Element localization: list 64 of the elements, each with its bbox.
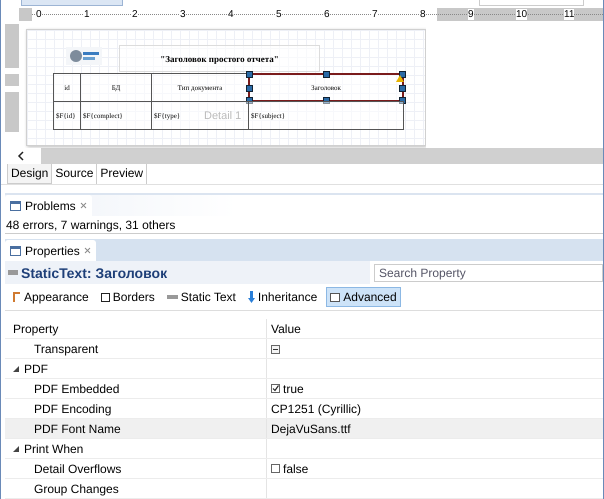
ruler-number: 3 bbox=[180, 9, 186, 20]
group-label[interactable]: Print When bbox=[24, 442, 84, 456]
ruler-number: 2 bbox=[132, 9, 138, 20]
editor-tab[interactable]: Design bbox=[7, 164, 52, 184]
close-icon[interactable] bbox=[84, 247, 91, 254]
arrow-down-icon bbox=[248, 291, 255, 303]
checkbox[interactable] bbox=[271, 464, 280, 472]
property-name: Group Changes bbox=[33, 482, 119, 496]
window-icon bbox=[10, 246, 21, 256]
close-icon[interactable] bbox=[80, 202, 87, 209]
property-name: PDF Font Name bbox=[33, 422, 121, 436]
ruler-number: 6 bbox=[324, 9, 330, 20]
search-field[interactable]: Search Property bbox=[374, 264, 603, 282]
view-tab[interactable]: Properties bbox=[5, 240, 96, 261]
problems-summary: 48 errors, 7 warnings, 31 others bbox=[5, 216, 603, 234]
report-title[interactable]: "Заголовок простого отчета" bbox=[119, 45, 320, 72]
ruler-corner bbox=[19, 8, 32, 21]
section-tab[interactable]: Advanced bbox=[326, 287, 401, 307]
column-header: Property bbox=[13, 322, 58, 336]
ruler-number: 10 bbox=[516, 9, 528, 20]
view-tab-title[interactable]: Problems bbox=[25, 198, 76, 212]
window-icon bbox=[10, 200, 21, 210]
logo-image bbox=[66, 47, 102, 65]
property-value[interactable]: DejaVuSans.ttf bbox=[271, 422, 351, 436]
property-name: Transparent bbox=[33, 342, 98, 356]
ruler-number: 1 bbox=[84, 9, 90, 20]
brush-icon bbox=[12, 292, 21, 302]
view-tab-title[interactable]: Properties bbox=[25, 244, 80, 258]
label-icon bbox=[8, 270, 18, 275]
group-label[interactable]: PDF bbox=[24, 362, 48, 376]
property-name: PDF Encoding bbox=[33, 402, 112, 416]
panel-icon bbox=[330, 292, 340, 302]
property-value: true bbox=[283, 382, 304, 396]
checkbox[interactable] bbox=[271, 384, 280, 392]
square-icon bbox=[100, 292, 110, 302]
warning-icon bbox=[396, 75, 404, 82]
element-title: StaticText: Заголовок bbox=[21, 264, 168, 280]
ruler-number: 8 bbox=[420, 9, 426, 20]
property-name: PDF Embedded bbox=[33, 382, 120, 396]
section-tab[interactable]: Static Text bbox=[164, 288, 239, 306]
expanded-icon[interactable] bbox=[13, 366, 19, 372]
label-icon bbox=[166, 294, 178, 300]
ruler-number: 9 bbox=[468, 9, 474, 20]
horizontal-scrollbar[interactable] bbox=[1, 148, 603, 164]
resize-handle[interactable] bbox=[323, 97, 330, 104]
resize-handle[interactable] bbox=[323, 71, 330, 78]
column-header: Value bbox=[271, 322, 301, 336]
ruler-number: 7 bbox=[372, 9, 378, 20]
ruler-number: 11 bbox=[564, 9, 574, 20]
section-tab[interactable]: Borders bbox=[98, 288, 158, 306]
expanded-icon[interactable] bbox=[13, 446, 19, 452]
property-name: Detail Overflows bbox=[33, 462, 122, 476]
property-value[interactable]: CP1251 (Cyrillic) bbox=[271, 402, 362, 416]
band-label: Detail 1 bbox=[204, 110, 242, 122]
indeterminate-checkbox[interactable] bbox=[271, 345, 280, 354]
ruler-number: 4 bbox=[228, 9, 234, 20]
section-tab[interactable]: Appearance bbox=[9, 288, 92, 306]
ruler-number: 0 bbox=[36, 9, 42, 20]
toolbar-field[interactable] bbox=[479, 0, 584, 6]
scroll-left-icon[interactable] bbox=[17, 151, 25, 161]
view-tab[interactable]: Problems bbox=[5, 195, 92, 216]
section-tab[interactable]: Inheritance bbox=[244, 288, 320, 306]
property-value: false bbox=[283, 462, 308, 476]
ruler-number: 5 bbox=[276, 9, 282, 20]
